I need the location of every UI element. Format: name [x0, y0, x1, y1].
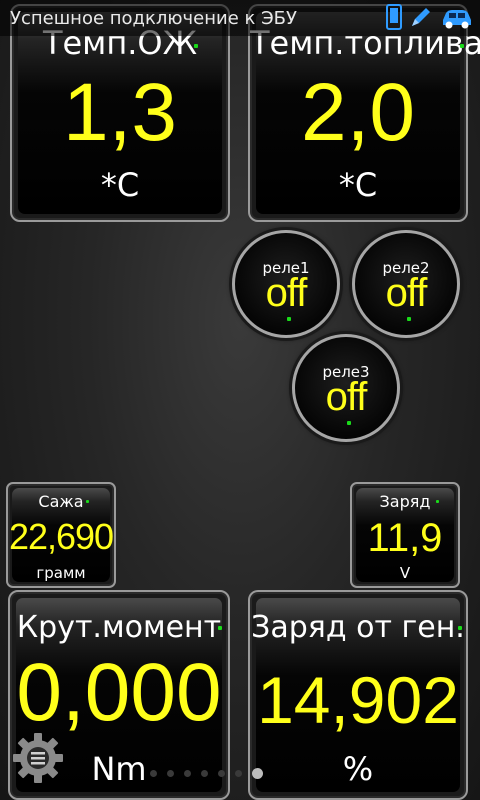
relay-1-indicator[interactable]: реле1 off	[232, 230, 340, 338]
page-dot[interactable]	[167, 770, 174, 777]
gauge-value: 2,0	[301, 67, 415, 158]
gauge-unit: грамм	[36, 564, 86, 582]
gauge-value: 1,3	[63, 67, 177, 158]
page-dot[interactable]	[150, 770, 157, 777]
relay-state: off	[385, 271, 428, 315]
page-indicator[interactable]	[150, 768, 263, 779]
relay-3-indicator[interactable]: реле3 off	[292, 334, 400, 442]
relay-state: off	[265, 271, 308, 315]
connection-status-text: Успешное подключение к ЭБУ	[10, 8, 297, 29]
status-indicator-dot	[218, 626, 222, 630]
car-icon	[440, 4, 474, 34]
gauge-unit: *C	[100, 166, 140, 204]
gauge-unit: %	[342, 750, 374, 788]
gauge-value: 0,000	[16, 647, 222, 738]
page-dot[interactable]	[252, 768, 263, 779]
page-dot[interactable]	[235, 770, 242, 777]
page-dot[interactable]	[218, 770, 225, 777]
gauge-title: Заряд от ген.	[251, 610, 465, 645]
gauge-value: 11,9	[367, 516, 443, 560]
coolant-temp-gauge[interactable]: Темп.ОЖ 1,3 *C	[10, 4, 230, 222]
gauge-title: Крут.момент	[16, 610, 222, 645]
gauge-value: 22,690	[8, 516, 114, 557]
relay-2-indicator[interactable]: реле2 off	[352, 230, 460, 338]
status-indicator-dot	[407, 317, 411, 321]
status-indicator-dot	[86, 500, 89, 503]
gear-icon	[13, 733, 63, 783]
relay-state: off	[325, 375, 368, 419]
soot-gauge[interactable]: Сажа 22,690 грамм	[6, 482, 116, 588]
status-indicator-dot	[458, 626, 462, 630]
page-dot[interactable]	[184, 770, 191, 777]
status-indicator-dot	[347, 421, 351, 425]
status-indicator-dot	[460, 44, 464, 48]
gauge-title: Заряд	[379, 492, 431, 511]
battery-charge-gauge[interactable]: Заряд 11,9 V	[350, 482, 460, 588]
settings-menu-button[interactable]	[10, 730, 66, 786]
status-indicator-dot	[287, 317, 291, 321]
page-dot[interactable]	[201, 770, 208, 777]
fuel-temp-gauge[interactable]: Темп.топлива 2,0 *C	[248, 4, 480, 222]
generator-charge-gauge[interactable]: Заряд от ген. 14,902 %	[248, 590, 468, 800]
phone-icon	[386, 4, 402, 34]
gauge-unit: V	[399, 564, 411, 582]
pen-icon	[408, 4, 434, 34]
status-indicator-dot	[194, 44, 198, 48]
status-bar: Успешное подключение к ЭБУ	[0, 0, 480, 36]
status-indicator-dot	[436, 500, 439, 503]
gauge-title: Сажа	[38, 492, 84, 511]
gauge-value: 14,902	[257, 663, 459, 737]
status-icons	[386, 4, 474, 34]
gauge-unit: *C	[338, 166, 378, 204]
